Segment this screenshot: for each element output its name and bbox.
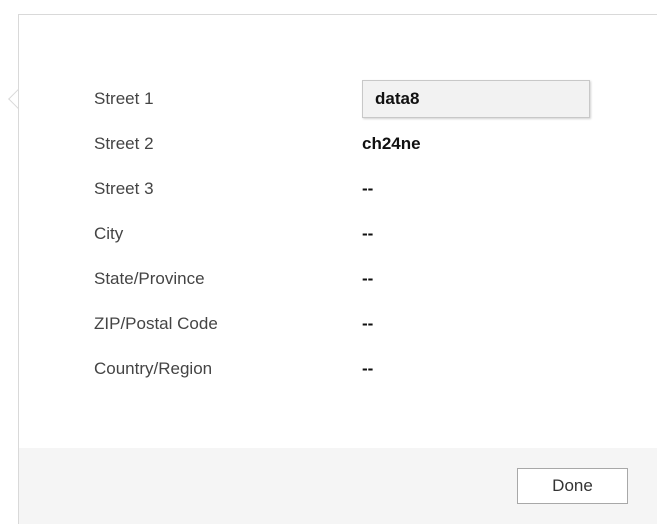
zip-value[interactable]: -- — [362, 314, 373, 334]
address-fields: Street 1 data8 Street 2 ch24ne Street 3 … — [94, 76, 590, 391]
flyout-footer: Done — [19, 448, 657, 524]
city-value[interactable]: -- — [362, 224, 373, 244]
street1-input[interactable]: data8 — [362, 79, 590, 118]
done-button[interactable]: Done — [517, 468, 628, 504]
state-label: State/Province — [94, 268, 205, 288]
street3-value[interactable]: -- — [362, 179, 373, 199]
field-row-street3: Street 3 -- — [94, 166, 590, 211]
street1-label: Street 1 — [94, 88, 154, 108]
field-row-street2: Street 2 ch24ne — [94, 121, 590, 166]
state-value[interactable]: -- — [362, 269, 373, 289]
street2-value[interactable]: ch24ne — [362, 134, 421, 154]
city-label: City — [94, 223, 124, 243]
country-value[interactable]: -- — [362, 359, 373, 379]
field-row-zip: ZIP/Postal Code -- — [94, 301, 590, 346]
street2-label: Street 2 — [94, 133, 154, 153]
field-row-city: City -- — [94, 211, 590, 256]
country-label: Country/Region — [94, 358, 213, 378]
field-row-street1: Street 1 data8 — [94, 76, 590, 121]
zip-label: ZIP/Postal Code — [94, 313, 218, 333]
street3-label: Street 3 — [94, 178, 154, 198]
field-row-state: State/Province -- — [94, 256, 590, 301]
field-row-country: Country/Region -- — [94, 346, 590, 391]
